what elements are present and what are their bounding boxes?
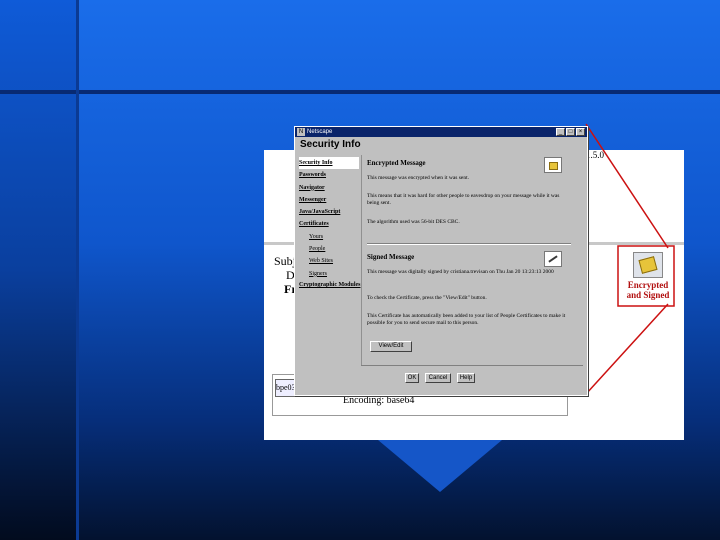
signed-message-title: Signed Message [367, 253, 415, 261]
nav-subitem-yours[interactable]: Yours [299, 231, 359, 243]
signature-pen-icon [544, 251, 562, 267]
nav-item-passwords[interactable]: Passwords [299, 169, 359, 181]
nav-item-java-javascript[interactable]: Java/JavaScript [299, 206, 359, 218]
netscape-logo-icon: N [297, 128, 305, 136]
encrypted-text-1: This message was encrypted when it was s… [367, 175, 470, 181]
signed-text-1: This message was digitally signed by cri… [367, 269, 554, 275]
lock-icon [544, 157, 562, 173]
callout-line-bottom [585, 303, 669, 395]
window-controls: _ □ × [556, 128, 585, 136]
view-edit-button[interactable]: View/Edit [370, 341, 412, 352]
signed-text-3: This Certificate has automatically been … [367, 313, 566, 326]
section-divider [367, 243, 571, 244]
security-info-dialog: N Netscape _ □ × Security Info Security … [294, 126, 588, 396]
nav-subitem-web-sites[interactable]: Web Sites [299, 255, 359, 267]
nav-item-cryptographic-modules[interactable]: Cryptographic Modules [299, 280, 361, 289]
footer-separator [361, 365, 583, 366]
nav-item-security-info[interactable]: Security Info [299, 157, 359, 170]
nav-item-certificates[interactable]: Certificates [299, 218, 359, 230]
help-button[interactable]: Help [457, 373, 475, 383]
encrypted-message-title: Encrypted Message [367, 159, 426, 167]
window-title: Netscape [307, 129, 333, 135]
signed-text-2: To check the Certificate, press the "Vie… [367, 295, 487, 301]
close-button[interactable]: × [576, 128, 585, 136]
callout-box [617, 245, 675, 307]
nav-subitem-people[interactable]: People [299, 243, 359, 255]
nav-subitem-signers[interactable]: Signers [299, 268, 359, 280]
maximize-button[interactable]: □ [566, 128, 575, 136]
encrypted-algorithm-text: The algorithm used was 56-bit DES CBC. [367, 219, 460, 225]
nav-item-messenger[interactable]: Messenger [299, 194, 359, 206]
dialog-titlebar[interactable]: N Netscape _ □ × [295, 127, 587, 137]
nav-item-navigator[interactable]: Navigator [299, 182, 359, 194]
minimize-button[interactable]: _ [556, 128, 565, 136]
cancel-button[interactable]: Cancel [425, 373, 451, 383]
security-nav: Security Info Passwords Navigator Messen… [299, 157, 361, 289]
dialog-heading: Security Info [300, 139, 361, 150]
encrypted-text-2: This means that it was hard for other pe… [367, 193, 560, 206]
ok-button[interactable]: OK [405, 373, 419, 383]
callout-line-top [585, 123, 669, 249]
security-info-panel: Encrypted Message This message was encry… [361, 155, 584, 365]
